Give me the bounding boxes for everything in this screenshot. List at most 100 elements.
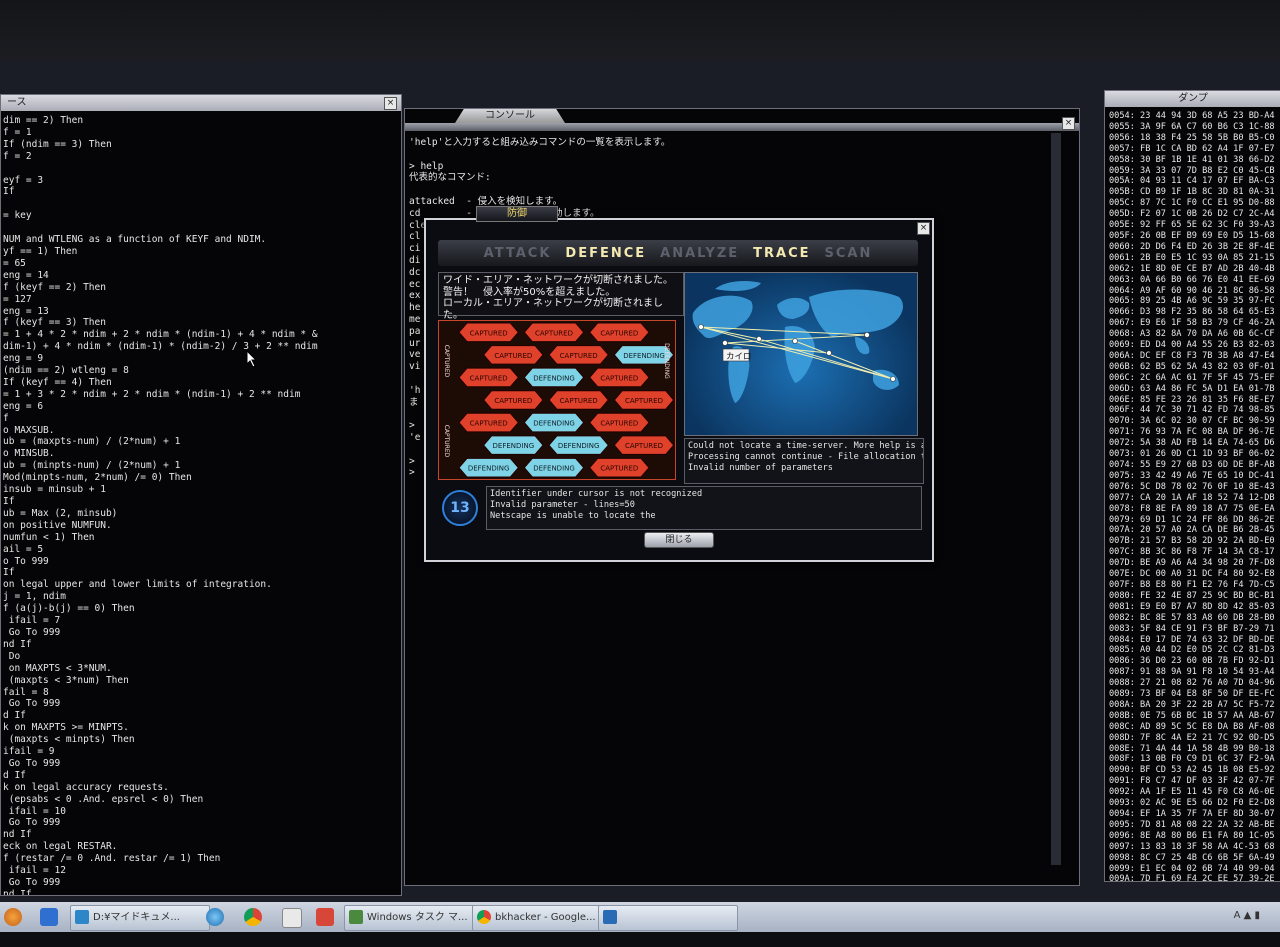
taskbar-item-chrome[interactable]: bkhacker - Google...: [472, 905, 614, 931]
status-line: Netscape is unable to locate the: [490, 511, 656, 521]
mode-analyze[interactable]: ANALYZE: [660, 246, 739, 261]
grid-cell: CAPTURED: [613, 390, 675, 410]
code-line: on legal upper and lower limits of integ…: [3, 579, 272, 591]
dump-line: 0068: A3 82 8A 70 DA A6 0B 6C-CF 86: [1109, 329, 1280, 340]
dump-line: 0080: FE 32 4E 87 25 9C BD BC-B1 B4: [1109, 590, 1280, 601]
mode-attack[interactable]: ATTACK: [484, 246, 552, 261]
dump-line: 005F: 26 0B EF B9 69 E0 D5 15-68 E8: [1109, 230, 1280, 241]
grid-cell-label: DEFENDING: [468, 465, 510, 473]
defence-dialog-close-icon[interactable]: ×: [917, 222, 930, 235]
window-icon[interactable]: [282, 908, 302, 928]
grid-cell: CAPTURED: [548, 345, 609, 365]
app-icon: [603, 910, 617, 924]
dump-line: 0061: 2B E0 E5 1C 93 0A 85 21-15 10: [1109, 252, 1280, 263]
counter-badge-icon: 13: [442, 490, 478, 526]
console-scrollbar[interactable]: [1051, 133, 1061, 865]
code-line: o MAXSUB.: [3, 424, 55, 436]
dump-line: 0081: E9 E0 B7 A7 8D 8D 42 85-03 C2: [1109, 601, 1280, 612]
taskbar-item-app[interactable]: [598, 905, 738, 931]
dump-line: 007F: B8 E8 80 F1 E2 76 F4 7D-C5 74: [1109, 579, 1280, 590]
code-line: = 127: [3, 293, 32, 305]
dump-line: 0067: E9 E6 1F 58 B3 79 CF 46-2A 9A: [1109, 318, 1280, 329]
pdf-icon[interactable]: [316, 908, 334, 926]
dump-pane-titlebar[interactable]: ダンプ: [1105, 91, 1280, 107]
defence-dialog-tab[interactable]: 防御: [476, 206, 558, 222]
dump-line: 0066: D3 98 F2 35 86 58 64 65-E3 17: [1109, 307, 1280, 318]
dump-line: 0077: CA 20 1A AF 18 52 74 12-DB 86: [1109, 492, 1280, 503]
code-line: f (restar /= 0 .And. restar /= 1) Then: [3, 853, 221, 865]
dump-line: 0083: 5F 84 CE 91 F3 BF B7-29 71 B2: [1109, 623, 1280, 634]
code-line: yf == 1) Then: [3, 245, 78, 257]
outlook-icon[interactable]: [40, 908, 58, 926]
mode-defence[interactable]: DEFENCE: [565, 246, 646, 261]
code-line: If: [3, 186, 15, 198]
trace-world-map: カイロ: [684, 272, 918, 436]
code-line: eng = 6: [3, 400, 44, 412]
dump-line: 006C: 2C 6A AC 61 7F 5F 45 75-EF 4F: [1109, 372, 1280, 383]
status-line: Identifier under cursor is not recognize…: [490, 489, 703, 499]
grid-cell-label: CAPTURED: [625, 442, 663, 450]
grid-cell: CAPTURED: [589, 367, 650, 388]
dump-line: 0096: 8E A8 80 B6 E1 FA 80 1C-05 52: [1109, 830, 1280, 841]
code-line: f: [3, 412, 9, 424]
grid-cell: CAPTURED: [548, 390, 609, 410]
close-button[interactable]: 閉じる: [644, 532, 714, 548]
log-line: Invalid number of parameters: [688, 463, 833, 473]
dump-line: 0084: E0 17 DE 74 63 32 DF BD-DE FC: [1109, 634, 1280, 645]
console-tab[interactable]: コンソール: [455, 109, 565, 123]
dump-line: 0076: 5C D8 78 02 76 0F 10 8E-43 09: [1109, 481, 1280, 492]
mouse-pointer-icon: [246, 350, 258, 368]
code-line: k on MAXPTS >= MINPTS.: [3, 722, 129, 734]
code-line: ifail = 7: [3, 615, 61, 627]
code-line: eng = 14: [3, 269, 49, 281]
dump-line: 0063: 0A 66 B0 66 76 E0 41 EE-69 A4: [1109, 274, 1280, 285]
grid-cell-label: CAPTURED: [600, 420, 638, 428]
dump-line: 0095: 7D 81 A8 08 22 2A 32 AB-BE B0: [1109, 819, 1280, 830]
code-line: If: [3, 496, 15, 507]
tray-area[interactable]: A ▲ ▮: [1234, 910, 1260, 921]
dump-line: 0069: ED D4 00 A4 55 26 B3 82-03 CD: [1109, 340, 1280, 351]
dump-line: 005E: 92 FF 65 5E 62 3C F0 39-A3 48: [1109, 220, 1280, 231]
code-line: = 1 + 3 * 2 * ndim + 2 * ndim * (ndim-1)…: [3, 388, 301, 400]
dump-line: 009A: 7D F1 69 F4 2C EE 57 39-2E B1: [1109, 874, 1280, 881]
dump-line: 006F: 44 7C 30 71 42 FD 74 98-85 84: [1109, 405, 1280, 416]
grid-cell-label: CAPTURED: [470, 329, 508, 337]
code-line: dim == 2) Then: [3, 115, 84, 126]
grid-cell-label: CAPTURED: [535, 329, 573, 337]
chrome-icon[interactable]: [244, 908, 262, 926]
bezel-reflection: [60, 18, 72, 43]
console-line: 'help'と入力すると組み込みコマンドの一覧を表示します。: [409, 137, 671, 148]
code-line: (ndim == 2) wtleng = 8: [3, 365, 129, 377]
taskbar-item-task-manager[interactable]: Windows タスク マ...: [344, 905, 488, 931]
code-line: If: [3, 567, 15, 579]
dump-line: 0079: 69 D1 1C 24 FF 86 DD 86-2E 3F: [1109, 514, 1280, 525]
dump-line: 005A: 04 93 11 C4 17 07 EF BA-C3 8B: [1109, 176, 1280, 187]
source-code-text: dim == 2) Then f = 1 If (ndim == 3) Then f …: [1, 115, 401, 895]
console-close-button[interactable]: ×: [1062, 117, 1075, 130]
taskbar-item-explorer[interactable]: D:¥マイドキュメ...: [70, 905, 210, 931]
dump-line: 006D: 63 A4 86 FC 5A D1 EA 01-7B 10: [1109, 383, 1280, 394]
start-orb-icon[interactable]: [4, 908, 22, 926]
dump-line: 0060: 2D D6 F4 ED 26 3B 2E 8F-4E FD: [1109, 241, 1280, 252]
mode-trace[interactable]: TRACE: [753, 246, 810, 261]
taskbar: D:¥マイドキュメ... Windows タスク マ... bkhacker -…: [0, 902, 1280, 932]
dump-line: 0074: 55 E9 27 6B D3 6D DE BF-AB AC: [1109, 460, 1280, 470]
dump-line: 0054: 23 44 94 3D 68 A5 23 BD-A4 FD: [1109, 111, 1280, 121]
code-line: o To 999: [3, 555, 49, 567]
grid-cell: CAPTURED: [613, 435, 675, 455]
code-line: If (ndim == 3) Then: [3, 138, 112, 150]
code-line: NUM and WTLENG as a function of KEYF and…: [3, 234, 267, 246]
code-line: Go To 999: [3, 698, 61, 710]
grid-cell: CAPTURED: [458, 412, 519, 433]
code-line: ub = (maxpts-num) / (2*num) + 1: [3, 436, 181, 448]
dump-line: 0093: 02 AC 9E E5 66 D2 F0 E2-D8 82: [1109, 798, 1280, 809]
source-pane-close-button[interactable]: ×: [384, 97, 397, 110]
source-pane-title: ース: [7, 97, 27, 108]
defence-dialog: 防御 × ATTACK DEFENCE ANALYZE TRACE SCAN ワ…: [424, 206, 934, 562]
source-pane-titlebar[interactable]: ース: [1, 95, 401, 111]
mode-scan[interactable]: SCAN: [825, 246, 873, 261]
grid-cell-label: CAPTURED: [600, 465, 638, 473]
monitor-bezel-bottom: [0, 932, 1280, 947]
ie-icon[interactable]: [206, 908, 224, 926]
